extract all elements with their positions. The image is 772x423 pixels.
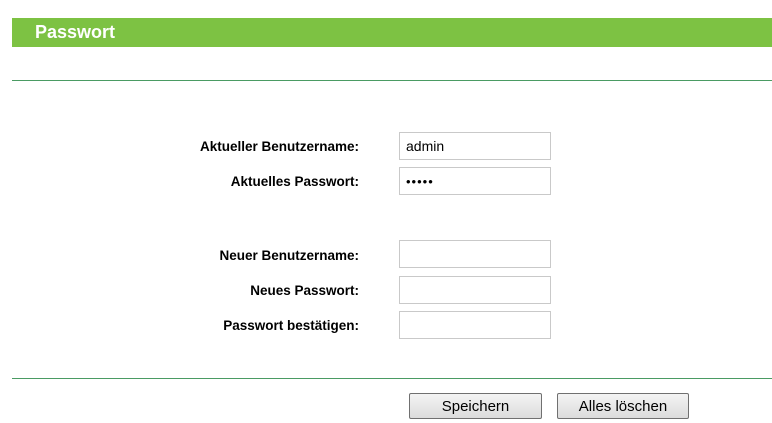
current-password-label: Aktuelles Passwort: [230,174,359,189]
current-password-field[interactable] [399,167,551,195]
current-username-field[interactable] [399,132,551,160]
save-button[interactable]: Speichern [409,393,542,419]
clear-all-button[interactable]: Alles löschen [557,393,689,419]
new-username-label: Neuer Benutzername: [219,248,359,263]
confirm-password-field[interactable] [399,311,551,339]
current-username-label: Aktueller Benutzername: [199,139,359,154]
new-password-field[interactable] [399,276,551,304]
new-username-field[interactable] [399,240,551,268]
section-header: Passwort [12,18,772,47]
divider-bottom [12,378,772,379]
new-password-label: Neues Passwort: [250,283,359,298]
page-title: Passwort [35,22,116,42]
confirm-password-label: Passwort bestätigen: [223,318,359,333]
divider-top [12,80,772,81]
